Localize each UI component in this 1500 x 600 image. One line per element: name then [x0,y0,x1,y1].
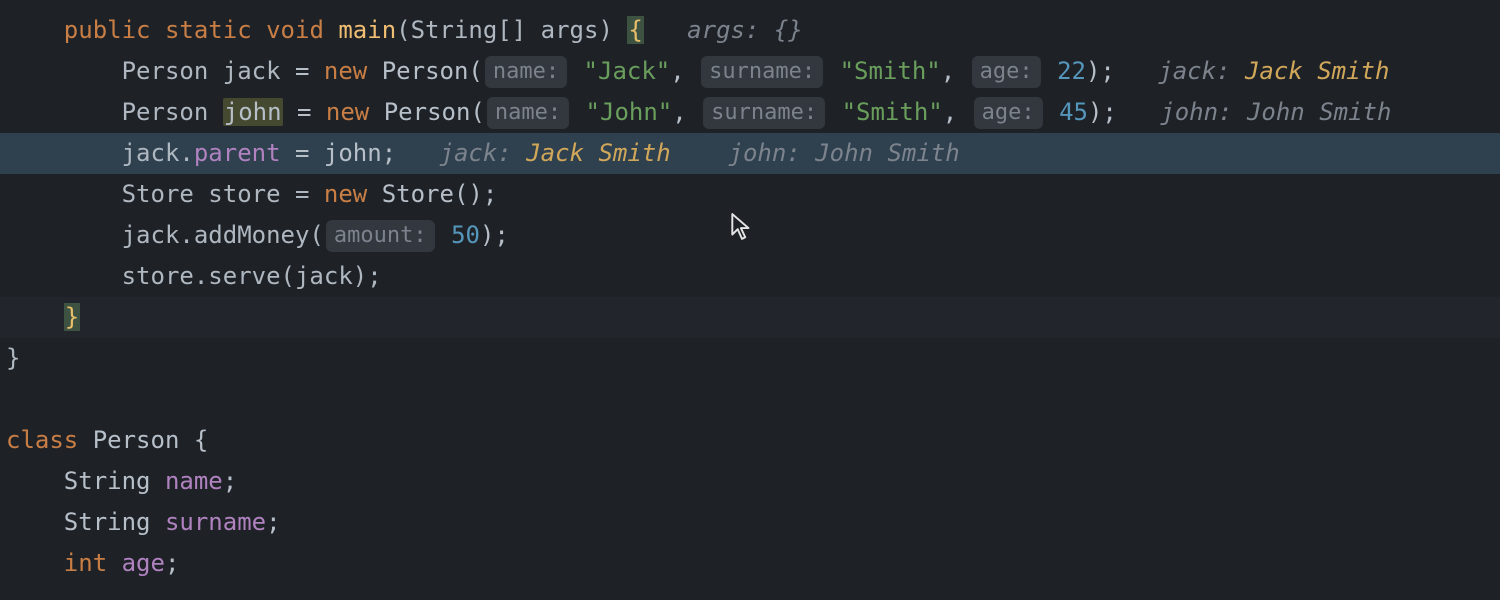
code-line[interactable]: } [0,297,1500,338]
field: parent [194,139,281,167]
param-hint: surname: [701,56,823,88]
param-hint: amount: [326,220,435,252]
string: "Smith" [840,57,941,85]
code-line[interactable]: store.serve(jack); [0,256,1500,297]
code-line[interactable]: String surname; [0,502,1500,543]
param-hint: surname: [703,97,825,129]
debug-inlay: jack: Jack Smith [440,139,671,167]
params: (String[] args) [396,16,613,44]
code-line[interactable]: jack.addMoney(amount: 50); [0,215,1500,256]
string: "Jack" [584,57,671,85]
code-line[interactable]: Person jack = new Person(name: "Jack", s… [0,51,1500,92]
field: surname [165,508,266,536]
number: 50 [451,221,480,249]
keyword: static [165,16,252,44]
field: name [165,467,223,495]
brace-close: } [64,303,80,331]
number: 22 [1057,57,1086,85]
declaration: Person jack [122,57,281,85]
code-line[interactable]: class Person { [0,420,1500,461]
current-line[interactable]: jack.parent = john; jack: Jack Smith joh… [0,133,1500,174]
keyword: new [324,57,367,85]
param-hint: age: [974,97,1043,129]
param-hint: name: [487,97,569,129]
keyword: class [6,426,78,454]
debug-inlay: jack: Jack Smith [1158,57,1389,85]
param-hint: age: [972,56,1041,88]
number: 45 [1059,98,1088,126]
code-line[interactable]: Person john = new Person(name: "John", s… [0,92,1500,133]
debug-inlay: args: {} [687,16,803,44]
keyword: public [64,16,151,44]
keyword: new [326,98,369,126]
brace-close: } [6,344,20,372]
debug-inlay: john: John Smith [729,139,960,167]
brace-open: { [627,16,643,44]
keyword: void [266,16,324,44]
string: "Smith" [842,98,943,126]
param-hint: name: [485,56,567,88]
field: age [122,549,165,577]
debug-inlay: john: John Smith [1160,98,1391,126]
code-line[interactable]: } [0,338,1500,379]
code-line[interactable]: Store store = new Store(); [0,174,1500,215]
selection: john [223,98,283,126]
code-line[interactable] [0,379,1500,420]
code-line[interactable]: String name; [0,461,1500,502]
keyword: new [324,180,367,208]
string: "John" [586,98,673,126]
code-line[interactable]: public static void main(String[] args) {… [0,10,1500,51]
code-line[interactable]: int age; [0,543,1500,584]
keyword: int [64,549,107,577]
code-editor[interactable]: public static void main(String[] args) {… [0,0,1500,584]
method-name: main [338,16,396,44]
